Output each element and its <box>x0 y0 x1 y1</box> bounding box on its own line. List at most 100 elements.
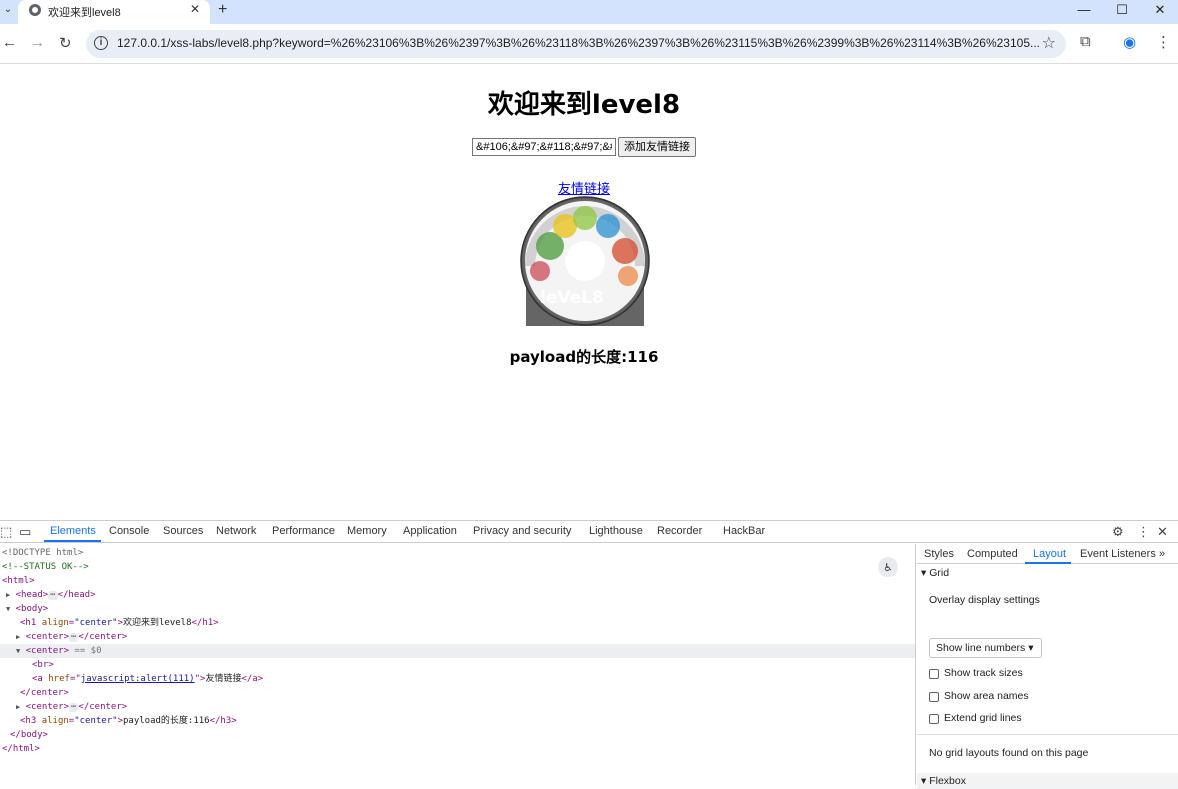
sidebar-tab-styles[interactable]: Styles <box>924 548 954 560</box>
ellipsis-icon[interactable]: ⋯ <box>69 633 79 642</box>
dom-center-collapsed[interactable]: ▶ <center> ⋯ </center> <box>16 630 931 644</box>
devtools-tab-application[interactable]: Application <box>403 525 457 537</box>
doctype-text: <!DOCTYPE html> <box>2 548 84 558</box>
dom-h3[interactable]: <h3 align="center">payload的长度:116</h3> <box>20 714 935 728</box>
center-open-tag: <center> <box>25 646 69 656</box>
sidebar-active-underline <box>1025 562 1071 564</box>
dom-anchor[interactable]: <a href="javascript:alert(111)">友情链接</a> <box>32 672 947 686</box>
settings-gear-icon[interactable]: ⚙ <box>1112 524 1124 540</box>
page-viewport: 欢迎来到level8 添加友情链接 友情链接 leVeL8 payload的长度… <box>0 64 1178 520</box>
head-open-tag: <head> <box>15 590 49 600</box>
grid-triangle-icon: ▾ <box>921 567 930 579</box>
devtools-tab-network[interactable]: Network <box>216 525 256 537</box>
new-tab-button[interactable]: + <box>218 1 227 19</box>
maximize-icon[interactable]: ☐ <box>1102 0 1142 20</box>
accessibility-tree-icon[interactable]: ♿ <box>878 557 898 577</box>
body-open-tag: <body> <box>15 604 49 614</box>
expand-triangle-icon[interactable]: ▶ <box>6 591 10 599</box>
url-text[interactable]: 127.0.0.1/xss-labs/level8.php?keyword=%2… <box>117 36 1040 50</box>
ellipsis-icon[interactable]: ⋯ <box>48 591 58 600</box>
select-value: Show line numbers <box>936 642 1026 654</box>
devtools-tab-console[interactable]: Console <box>109 525 149 537</box>
flexbox-section-header[interactable]: ▾ Flexbox <box>917 773 1178 789</box>
dom-head[interactable]: ▶ <head> ⋯ </head> <box>6 588 921 602</box>
br-tag: <br> <box>32 660 54 670</box>
dom-center-selected[interactable]: ▼ <center> == $0 <box>0 644 915 658</box>
devtools-tab-lighthouse[interactable]: Lighthouse <box>589 525 643 537</box>
dom-html-open[interactable]: <html> <box>2 574 917 588</box>
window-close-icon[interactable]: ✕ <box>1140 0 1178 20</box>
sidebar-tab-layout[interactable]: Layout <box>1033 548 1066 560</box>
h1-attr-value: "center" <box>74 618 118 628</box>
extend-grid-lines-checkbox[interactable] <box>929 714 939 724</box>
devtools-tab-sources[interactable]: Sources <box>163 525 203 537</box>
dom-h1[interactable]: <h1 align="center">欢迎来到level8</h1> <box>20 616 935 630</box>
profile-icon[interactable]: ◉ <box>1123 33 1136 51</box>
collapse-triangle-icon[interactable]: ▼ <box>6 605 10 613</box>
dom-br[interactable]: <br> <box>32 658 947 672</box>
dom-doctype[interactable]: <!DOCTYPE html> <box>2 546 917 560</box>
devtools-menu-icon[interactable]: ⋮ <box>1137 524 1150 540</box>
page-heading: 欢迎来到level8 <box>487 90 681 120</box>
inspect-element-icon[interactable]: ⬚ <box>0 524 12 540</box>
tab-search-chevron-icon[interactable]: ⌄ <box>0 0 16 20</box>
tab-strip: ⌄ 欢迎来到level8 ✕ + — ☐ ✕ <box>0 0 1178 24</box>
center-open-tag: <center> <box>25 632 69 642</box>
head-close-tag: </head> <box>57 590 96 600</box>
center-open-tag: <center> <box>25 702 69 712</box>
anchor-attr: href <box>48 674 70 684</box>
bookmark-star-icon[interactable]: ☆ <box>1042 33 1056 53</box>
tab-title: 欢迎来到level8 <box>48 7 121 19</box>
dom-body-open[interactable]: ▼ <body> <box>6 602 921 616</box>
close-tab-icon[interactable]: ✕ <box>190 2 200 16</box>
back-icon[interactable]: ← <box>2 34 17 51</box>
keyword-input[interactable] <box>472 138 616 156</box>
sidebar-tab-computed[interactable]: Computed <box>967 548 1018 560</box>
devtools-tab-performance[interactable]: Performance <box>272 525 335 537</box>
dom-center-close[interactable]: </center> <box>20 686 935 700</box>
selected-marker: == $0 <box>74 646 102 656</box>
add-friend-link-button[interactable]: 添加友情链接 <box>618 137 696 157</box>
dom-comment[interactable]: <!--STATUS OK--> <box>2 560 917 574</box>
body-close-tag: </body> <box>10 730 48 740</box>
collapse-triangle-icon[interactable]: ▼ <box>16 647 20 655</box>
center-close-tag: </center> <box>20 688 69 698</box>
active-tab[interactable]: 欢迎来到level8 ✕ <box>18 0 210 24</box>
expand-triangle-icon[interactable]: ▶ <box>16 633 20 641</box>
dom-center-collapsed-2[interactable]: ▶ <center> ⋯ </center> <box>16 700 931 714</box>
devtools-tab-elements[interactable]: Elements <box>50 525 96 537</box>
show-track-sizes-checkbox[interactable] <box>929 669 939 679</box>
level8-logo-image: leVeL8 <box>520 196 650 326</box>
show-area-names-checkbox[interactable] <box>929 692 939 702</box>
anchor-href[interactable]: javascript:alert(111) <box>81 674 195 684</box>
devtools-tab-privacy[interactable]: Privacy and security <box>473 525 571 537</box>
ellipsis-icon[interactable]: ⋯ <box>69 703 79 712</box>
devtools-tab-hackbar[interactable]: HackBar <box>723 525 765 537</box>
reload-icon[interactable]: ↻ <box>59 34 72 52</box>
expand-triangle-icon[interactable]: ▶ <box>16 703 20 711</box>
logo-text: leVeL8 <box>540 288 604 308</box>
grid-section-header[interactable]: ▾ Grid <box>917 565 1178 581</box>
line-numbers-select[interactable]: Show line numbers ▾ <box>929 638 1042 658</box>
friend-link[interactable]: 友情链接 <box>0 178 1168 197</box>
h3-text: payload的长度:116 <box>122 716 210 726</box>
devtools-close-icon[interactable]: ✕ <box>1157 524 1168 540</box>
dom-body-close[interactable]: </body> <box>10 728 925 742</box>
device-toolbar-icon[interactable]: ▭ <box>19 524 31 540</box>
extensions-icon[interactable]: ⧉ <box>1080 33 1091 50</box>
menu-kebab-icon[interactable]: ⋮ <box>1156 33 1171 51</box>
center-close-tag: </center> <box>78 632 128 642</box>
more-tabs-chevron-icon[interactable]: » <box>1159 548 1165 560</box>
devtools-tab-memory[interactable]: Memory <box>347 525 387 537</box>
minimize-icon[interactable]: — <box>1064 0 1104 20</box>
dom-html-close[interactable]: </html> <box>2 742 917 756</box>
forward-icon[interactable]: → <box>30 34 45 51</box>
address-bar[interactable]: i 127.0.0.1/xss-labs/level8.php?keyword=… <box>86 30 1066 58</box>
site-info-icon[interactable]: i <box>94 36 108 50</box>
flexbox-triangle-icon: ▾ <box>921 775 930 787</box>
no-grid-message: No grid layouts found on this page <box>929 747 1089 759</box>
active-tab-underline <box>44 540 101 542</box>
devtools-tab-recorder[interactable]: Recorder <box>657 525 702 537</box>
flexbox-section-title: Flexbox <box>929 775 966 787</box>
sidebar-tab-event-listeners[interactable]: Event Listeners <box>1080 548 1156 560</box>
